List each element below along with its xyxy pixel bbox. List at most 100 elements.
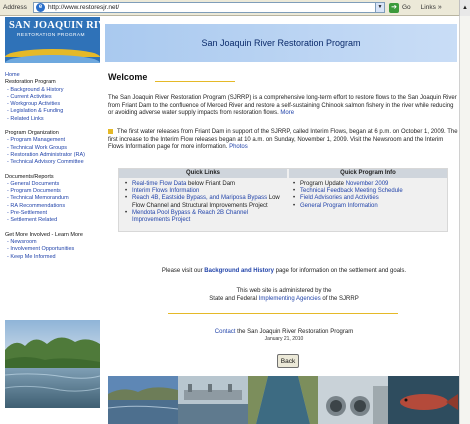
scrollbar-up-arrow-icon[interactable]: ▲ xyxy=(459,0,470,16)
list-item: • Technical Feedback Meeting Schedule xyxy=(293,188,443,195)
photo-water-pipes xyxy=(318,376,388,424)
quick-links-panel: Quick Links Quick Program Info • Real-ti… xyxy=(118,168,448,232)
sidebar-item-legislation-funding[interactable]: - Legislation & Funding xyxy=(5,108,103,115)
back-button[interactable]: Back xyxy=(277,354,299,368)
quick-info-field-advisories[interactable]: Field Advisories and Activities xyxy=(300,195,379,201)
sidebar-river-photo xyxy=(5,320,100,408)
address-bar: Address e http://www.restoresjr.net/ ▼ ➔… xyxy=(0,0,470,16)
update-date: January 21, 2010 xyxy=(264,336,304,342)
links-chevron-icon[interactable]: » xyxy=(438,4,442,11)
quick-info-list: • Program Update November 2009 • Technic… xyxy=(293,181,443,210)
list-item: • Interim Flows Information xyxy=(125,188,285,195)
welcome-underline xyxy=(155,81,235,82)
quick-info-general-program[interactable]: General Program Information xyxy=(300,203,378,209)
go-arrow-icon[interactable]: ➔ xyxy=(389,2,399,13)
news-text: The first water releases from Friant Dam… xyxy=(108,129,458,151)
sidebar-heading-documents-reports[interactable]: Documents/Reports xyxy=(5,174,103,181)
photo-river-sky xyxy=(108,376,178,424)
contact-text: the San Joaquin River Restoration Progra… xyxy=(235,329,354,335)
banner-title: San Joaquin River Restoration Program xyxy=(201,38,361,48)
logo-subtitle: RESTORATION PROGRAM xyxy=(17,33,85,38)
news-photos-link[interactable]: Photos xyxy=(229,144,248,150)
bullet-icon: • xyxy=(293,188,296,195)
sidebar-item-technical-memorandum[interactable]: - Technical Memorandum xyxy=(5,195,103,202)
quick-links-list: • Real-time Flow Data below Friant Dam •… xyxy=(125,181,285,224)
sidebar-heading-get-involved[interactable]: Get More Involved - Learn More xyxy=(5,232,103,239)
quick-info-text: Program Update xyxy=(300,181,346,187)
quick-link-reach-4b[interactable]: Reach 4B, Eastside Bypass, and Mariposa … xyxy=(132,195,267,201)
visit-post-text: page for information on the settlement a… xyxy=(273,268,407,274)
intro-more-link[interactable]: More xyxy=(280,110,294,116)
admin-line-2: State and Federal Implementing Agencies … xyxy=(108,296,460,302)
news-bullet-icon xyxy=(108,129,113,134)
quick-info-technical-feedback[interactable]: Technical Feedback Meeting Schedule xyxy=(300,188,403,194)
ie-page-icon: e xyxy=(36,3,45,12)
sidebar-item-program-management[interactable]: - Program Management xyxy=(5,137,103,144)
background-history-link[interactable]: Background and History xyxy=(204,268,274,274)
bullet-icon: • xyxy=(293,181,296,187)
sidebar-item-newsroom[interactable]: - Newsroom xyxy=(5,239,103,246)
photo-dam-structure xyxy=(178,376,248,424)
news-paragraph: The first water releases from Friant Dam… xyxy=(108,129,460,152)
implementing-agencies-link[interactable]: Implementing Agencies xyxy=(259,296,321,302)
intro-paragraph: The San Joaquin River Restoration Progra… xyxy=(108,95,460,118)
quick-info-heading: Quick Program Info xyxy=(289,169,447,178)
quick-link-interim-flows[interactable]: Interim Flows Information xyxy=(132,188,199,194)
site-logo[interactable]: SAN JOAQUIN RIVER RESTORATION PROGRAM xyxy=(5,17,121,63)
go-button[interactable]: Go xyxy=(402,4,411,11)
sidebar-item-program-documents[interactable]: - Program Documents xyxy=(5,188,103,195)
sidebar-item-background-history[interactable]: - Background & History xyxy=(5,87,103,94)
quick-link-mendota-pool[interactable]: Mendota Pool Bypass & Reach 2B Channel I… xyxy=(132,210,248,223)
sidebar-item-settlement-related[interactable]: - Settlement Related xyxy=(5,217,103,224)
contact-link[interactable]: Contact xyxy=(215,329,236,335)
gold-divider xyxy=(168,313,398,314)
admin-pre-text: State and Federal xyxy=(209,296,259,302)
sidebar-item-general-documents[interactable]: - General Documents xyxy=(5,181,103,188)
admin-line-1: This web site is administered by the xyxy=(236,288,332,294)
sidebar-heading-restoration-program[interactable]: Restoration Program xyxy=(5,79,103,86)
photo-salmon-fish xyxy=(388,376,460,424)
quick-links-heading: Quick Links xyxy=(119,169,287,178)
sidebar-item-technical-advisory-committee[interactable]: - Technical Advisory Committee xyxy=(5,159,103,166)
photo-river-channel xyxy=(248,376,318,424)
bullet-icon: • xyxy=(125,195,128,202)
address-dropdown-icon[interactable]: ▼ xyxy=(375,3,384,12)
header-banner: San Joaquin River Restoration Program xyxy=(105,24,457,62)
list-item: • Field Advisories and Activities xyxy=(293,195,443,202)
sidebar-item-related-links[interactable]: - Related Links xyxy=(5,116,103,123)
address-label: Address xyxy=(3,4,27,11)
bullet-icon: • xyxy=(125,181,128,187)
list-item: • Mendota Pool Bypass & Reach 2B Channel… xyxy=(125,210,285,224)
list-item: • Real-time Flow Data below Friant Dam xyxy=(125,181,285,188)
admin-post-text: of the SJRRP xyxy=(320,296,359,302)
sidebar-item-current-activities[interactable]: - Current Activities xyxy=(5,94,103,101)
visit-line: Please visit our Background and History … xyxy=(108,268,460,274)
sidebar-item-workgroup-activities[interactable]: - Workgroup Activities xyxy=(5,101,103,108)
sidebar-home-link[interactable]: Home xyxy=(5,72,103,79)
sidebar-item-involvement-opportunities[interactable]: - Involvement Opportunities xyxy=(5,246,103,253)
contact-line: Contact the San Joaquin River Restoratio… xyxy=(108,329,460,335)
welcome-heading: Welcome xyxy=(108,72,148,82)
quick-info-program-update[interactable]: November 2009 xyxy=(346,181,389,187)
vertical-scrollbar[interactable] xyxy=(459,16,470,424)
bullet-icon: • xyxy=(125,209,128,216)
address-url: http://www.restoresjr.net/ xyxy=(48,4,120,11)
list-item: • General Program Information xyxy=(293,203,443,210)
quick-link-text: below Friant Dam xyxy=(186,181,236,187)
sidebar-item-pre-settlement[interactable]: - Pre-Settlement xyxy=(5,210,103,217)
links-button[interactable]: Links xyxy=(421,4,436,11)
address-input[interactable]: e http://www.restoresjr.net/ ▼ xyxy=(33,2,385,13)
sidebar-heading-program-organization[interactable]: Program Organization xyxy=(5,130,103,137)
bullet-icon: • xyxy=(293,195,296,202)
sidebar-item-ra-recommendations[interactable]: - RA Recommendations xyxy=(5,203,103,210)
list-item: • Reach 4B, Eastside Bypass, and Maripos… xyxy=(125,195,285,209)
visit-pre-text: Please visit our xyxy=(161,268,205,274)
sidebar-item-restoration-administrator[interactable]: - Restoration Administrator (RA) xyxy=(5,152,103,159)
list-item: • Program Update November 2009 xyxy=(293,181,443,188)
bullet-icon: • xyxy=(293,202,296,209)
bottom-photo-strip xyxy=(108,376,460,424)
sidebar-item-technical-work-groups[interactable]: - Technical Work Groups xyxy=(5,145,103,152)
sidebar-nav: Home Restoration Program - Background & … xyxy=(5,72,103,261)
sidebar-item-keep-me-informed[interactable]: - Keep Me Informed xyxy=(5,254,103,261)
quick-link-realtime-flow[interactable]: Real-time Flow Data xyxy=(132,181,186,187)
